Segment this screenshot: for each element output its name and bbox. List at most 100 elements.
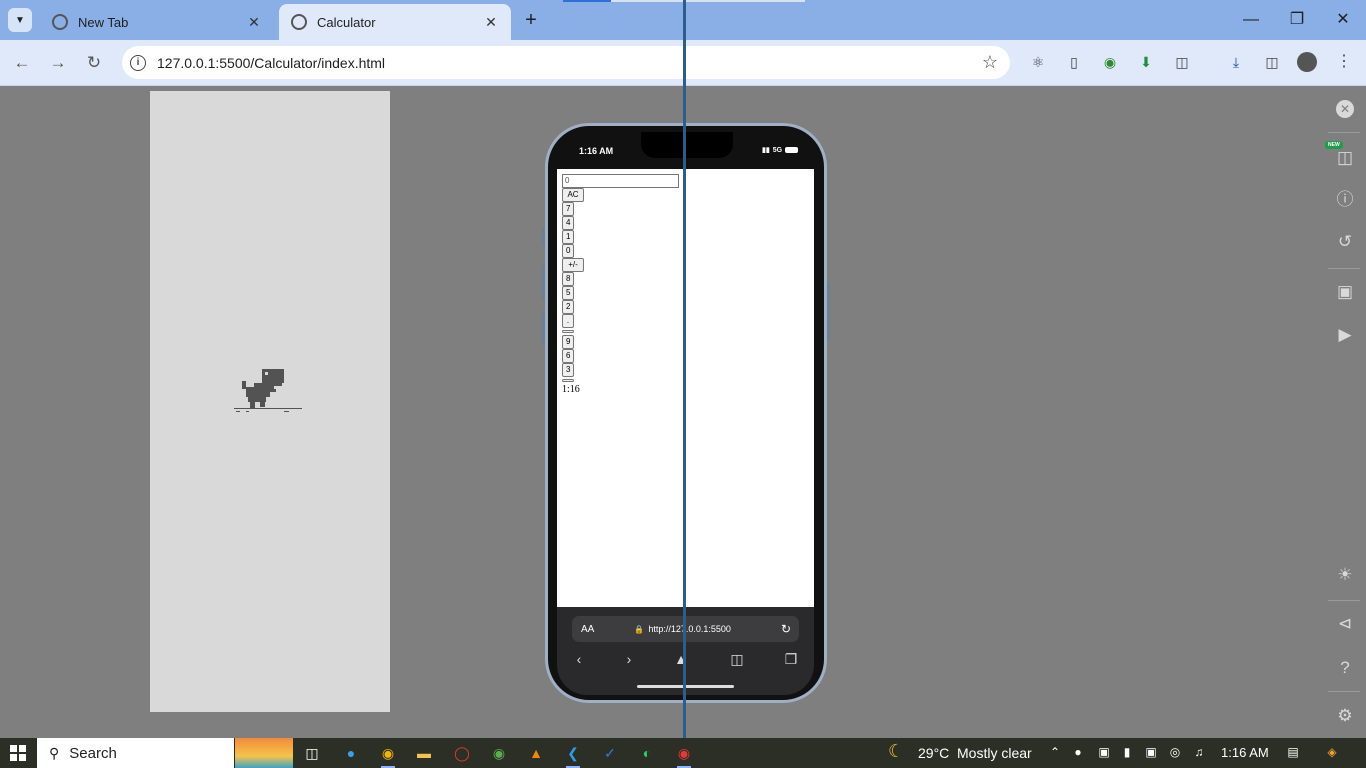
address-bar[interactable]: i 127.0.0.1:5500/Calculator/index.html ☆ — [122, 46, 1010, 79]
text-size-button[interactable]: AA — [581, 624, 594, 635]
window-close-icon[interactable]: ✕ — [1328, 8, 1358, 32]
close-icon[interactable]: ✕ — [483, 14, 499, 31]
safari-url[interactable]: http://127.0.0.1:5500 — [648, 624, 781, 634]
rail-divider — [1328, 691, 1360, 692]
settings-gear-icon[interactable]: ⚙ — [1334, 705, 1356, 727]
copilot-icon[interactable]: ◈ — [1324, 745, 1340, 759]
reload-icon[interactable]: ↻ — [781, 622, 791, 636]
chrome-icon[interactable]: ◉ — [377, 743, 399, 768]
tab-calculator[interactable]: Calculator ✕ — [279, 4, 511, 40]
app-globe-icon[interactable]: ◉ — [488, 743, 510, 763]
new-tab-button[interactable]: + — [520, 8, 542, 32]
calculator-display[interactable]: 0 — [562, 174, 679, 188]
menu-kebab-icon[interactable]: ⋮ — [1334, 52, 1354, 72]
calc-button-1[interactable]: 1 — [562, 230, 575, 244]
forward-icon[interactable]: › — [619, 651, 639, 667]
microphone-icon[interactable]: ● — [1070, 745, 1086, 759]
monitor-icon[interactable]: ▣ — [1143, 745, 1159, 759]
extension-globe-icon[interactable]: ◉ — [1100, 52, 1120, 72]
back-icon[interactable]: ← — [10, 51, 34, 75]
file-explorer-icon[interactable]: ▬ — [413, 743, 435, 763]
camera-icon[interactable]: ▣ — [1096, 745, 1112, 759]
url-text[interactable]: 127.0.0.1:5500/Calculator/index.html — [157, 55, 982, 71]
phone-status-icons: ▮▮ 5G — [762, 146, 799, 154]
rotate-icon[interactable]: ↺ — [1334, 231, 1356, 253]
weather-temperature[interactable]: 29°C — [918, 745, 949, 761]
restore-icon[interactable]: ❐ — [1282, 8, 1312, 32]
close-icon[interactable]: ✕ — [246, 14, 262, 31]
extension-react-icon[interactable]: ⚛ — [1028, 52, 1048, 72]
side-panel-icon[interactable]: ◫ — [1262, 52, 1282, 72]
notifications-icon[interactable]: ▤ — [1285, 745, 1301, 759]
brightness-icon[interactable]: ☀ — [1334, 564, 1356, 586]
task-view-icon[interactable]: ◫ — [301, 743, 323, 763]
calc-button-sign[interactable]: +/- — [562, 258, 584, 272]
tab-search-button[interactable]: ▼ — [8, 8, 32, 32]
vlc-icon[interactable]: ▲ — [525, 743, 547, 763]
iphone-frame: 1:16 AM ▮▮ 5G 0 AC 7 4 1 0 +/- 8 5 2 . 9… — [545, 123, 827, 703]
calc-button-empty[interactable] — [562, 379, 574, 382]
weather-icon[interactable]: ☾ — [888, 741, 904, 762]
share-icon[interactable]: ▲ — [671, 651, 691, 667]
calc-button-8[interactable]: 8 — [562, 272, 575, 286]
reload-icon[interactable]: ↻ — [82, 51, 106, 75]
offline-dino-panel — [150, 91, 390, 712]
bookmark-star-icon[interactable]: ☆ — [982, 52, 998, 73]
volume-icon[interactable]: ♫ — [1191, 745, 1207, 759]
info-icon[interactable]: i — [130, 54, 146, 71]
device-toggle-icon[interactable]: ◫ — [1334, 147, 1356, 169]
opera-icon[interactable]: ◯ — [451, 743, 473, 763]
calc-button-9[interactable]: 9 — [562, 335, 575, 349]
calc-button-7[interactable]: 7 — [562, 202, 575, 216]
taskbar-clock[interactable]: 1:16 AM — [1221, 745, 1269, 760]
edge-icon[interactable]: ● — [340, 743, 362, 763]
start-windows-icon[interactable] — [10, 745, 26, 761]
share-icon[interactable]: ⊲ — [1334, 613, 1356, 635]
todo-icon[interactable]: ✓ — [599, 743, 621, 763]
calc-button-empty[interactable] — [562, 330, 574, 333]
tab-title: New Tab — [78, 14, 129, 30]
calc-button-0[interactable]: 0 — [562, 244, 575, 258]
tabs-icon[interactable]: ❐ — [781, 651, 801, 668]
calc-button-5[interactable]: 5 — [562, 286, 575, 300]
vscode-icon[interactable]: ❮ — [562, 743, 584, 768]
video-icon[interactable]: ▶ — [1334, 324, 1356, 346]
forward-icon[interactable]: → — [46, 51, 70, 75]
extension-download-icon[interactable]: ⬇ — [1136, 52, 1156, 72]
vertical-divider[interactable] — [683, 0, 686, 740]
calc-button-3[interactable]: 3 — [562, 363, 575, 377]
taskbar-search[interactable]: ⚲ Search — [37, 738, 234, 768]
info-icon[interactable]: ⓘ — [1334, 189, 1356, 211]
chevron-up-icon[interactable]: ⌃ — [1047, 745, 1063, 759]
calc-button-ac[interactable]: AC — [562, 188, 584, 202]
minimize-icon[interactable]: — — [1236, 8, 1266, 32]
weather-description[interactable]: Mostly clear — [957, 745, 1032, 761]
camera-icon[interactable]: ▣ — [1334, 281, 1356, 303]
widgets-banner[interactable] — [235, 738, 293, 768]
chrome-favicon-icon — [291, 14, 307, 30]
calc-button-decimal[interactable]: . — [562, 314, 574, 328]
help-icon[interactable]: ? — [1334, 657, 1356, 679]
screen-recorder-icon[interactable]: ◉ — [673, 743, 695, 768]
calculator-clock: 1:16 — [562, 384, 580, 395]
signal-icon: ▮▮ — [762, 147, 770, 154]
rail-divider — [1328, 268, 1360, 269]
extension-clipboard-icon[interactable]: ▯ — [1064, 52, 1084, 72]
close-icon[interactable]: ✕ — [1336, 100, 1354, 118]
phone-silent-switch — [542, 228, 545, 246]
calc-button-6[interactable]: 6 — [562, 349, 575, 363]
downloads-icon[interactable]: ⤓ — [1226, 52, 1246, 72]
phone-status-time: 1:16 AM — [579, 146, 614, 156]
phone-volume-up — [542, 265, 545, 301]
globe-icon[interactable]: ◎ — [1167, 745, 1183, 759]
calc-button-2[interactable]: 2 — [562, 300, 575, 314]
bookmarks-icon[interactable]: ◫ — [727, 651, 747, 668]
extensions-puzzle-icon[interactable]: ◫ — [1172, 52, 1192, 72]
rail-divider — [1328, 600, 1360, 601]
battery-icon[interactable]: ▮ — [1119, 745, 1135, 759]
profile-avatar[interactable] — [1297, 52, 1317, 72]
tab-new-tab[interactable]: New Tab ✕ — [40, 4, 274, 40]
calc-button-4[interactable]: 4 — [562, 216, 575, 230]
back-icon[interactable]: ‹ — [569, 651, 589, 667]
whatsapp-icon[interactable]: ◐ — [636, 743, 658, 763]
